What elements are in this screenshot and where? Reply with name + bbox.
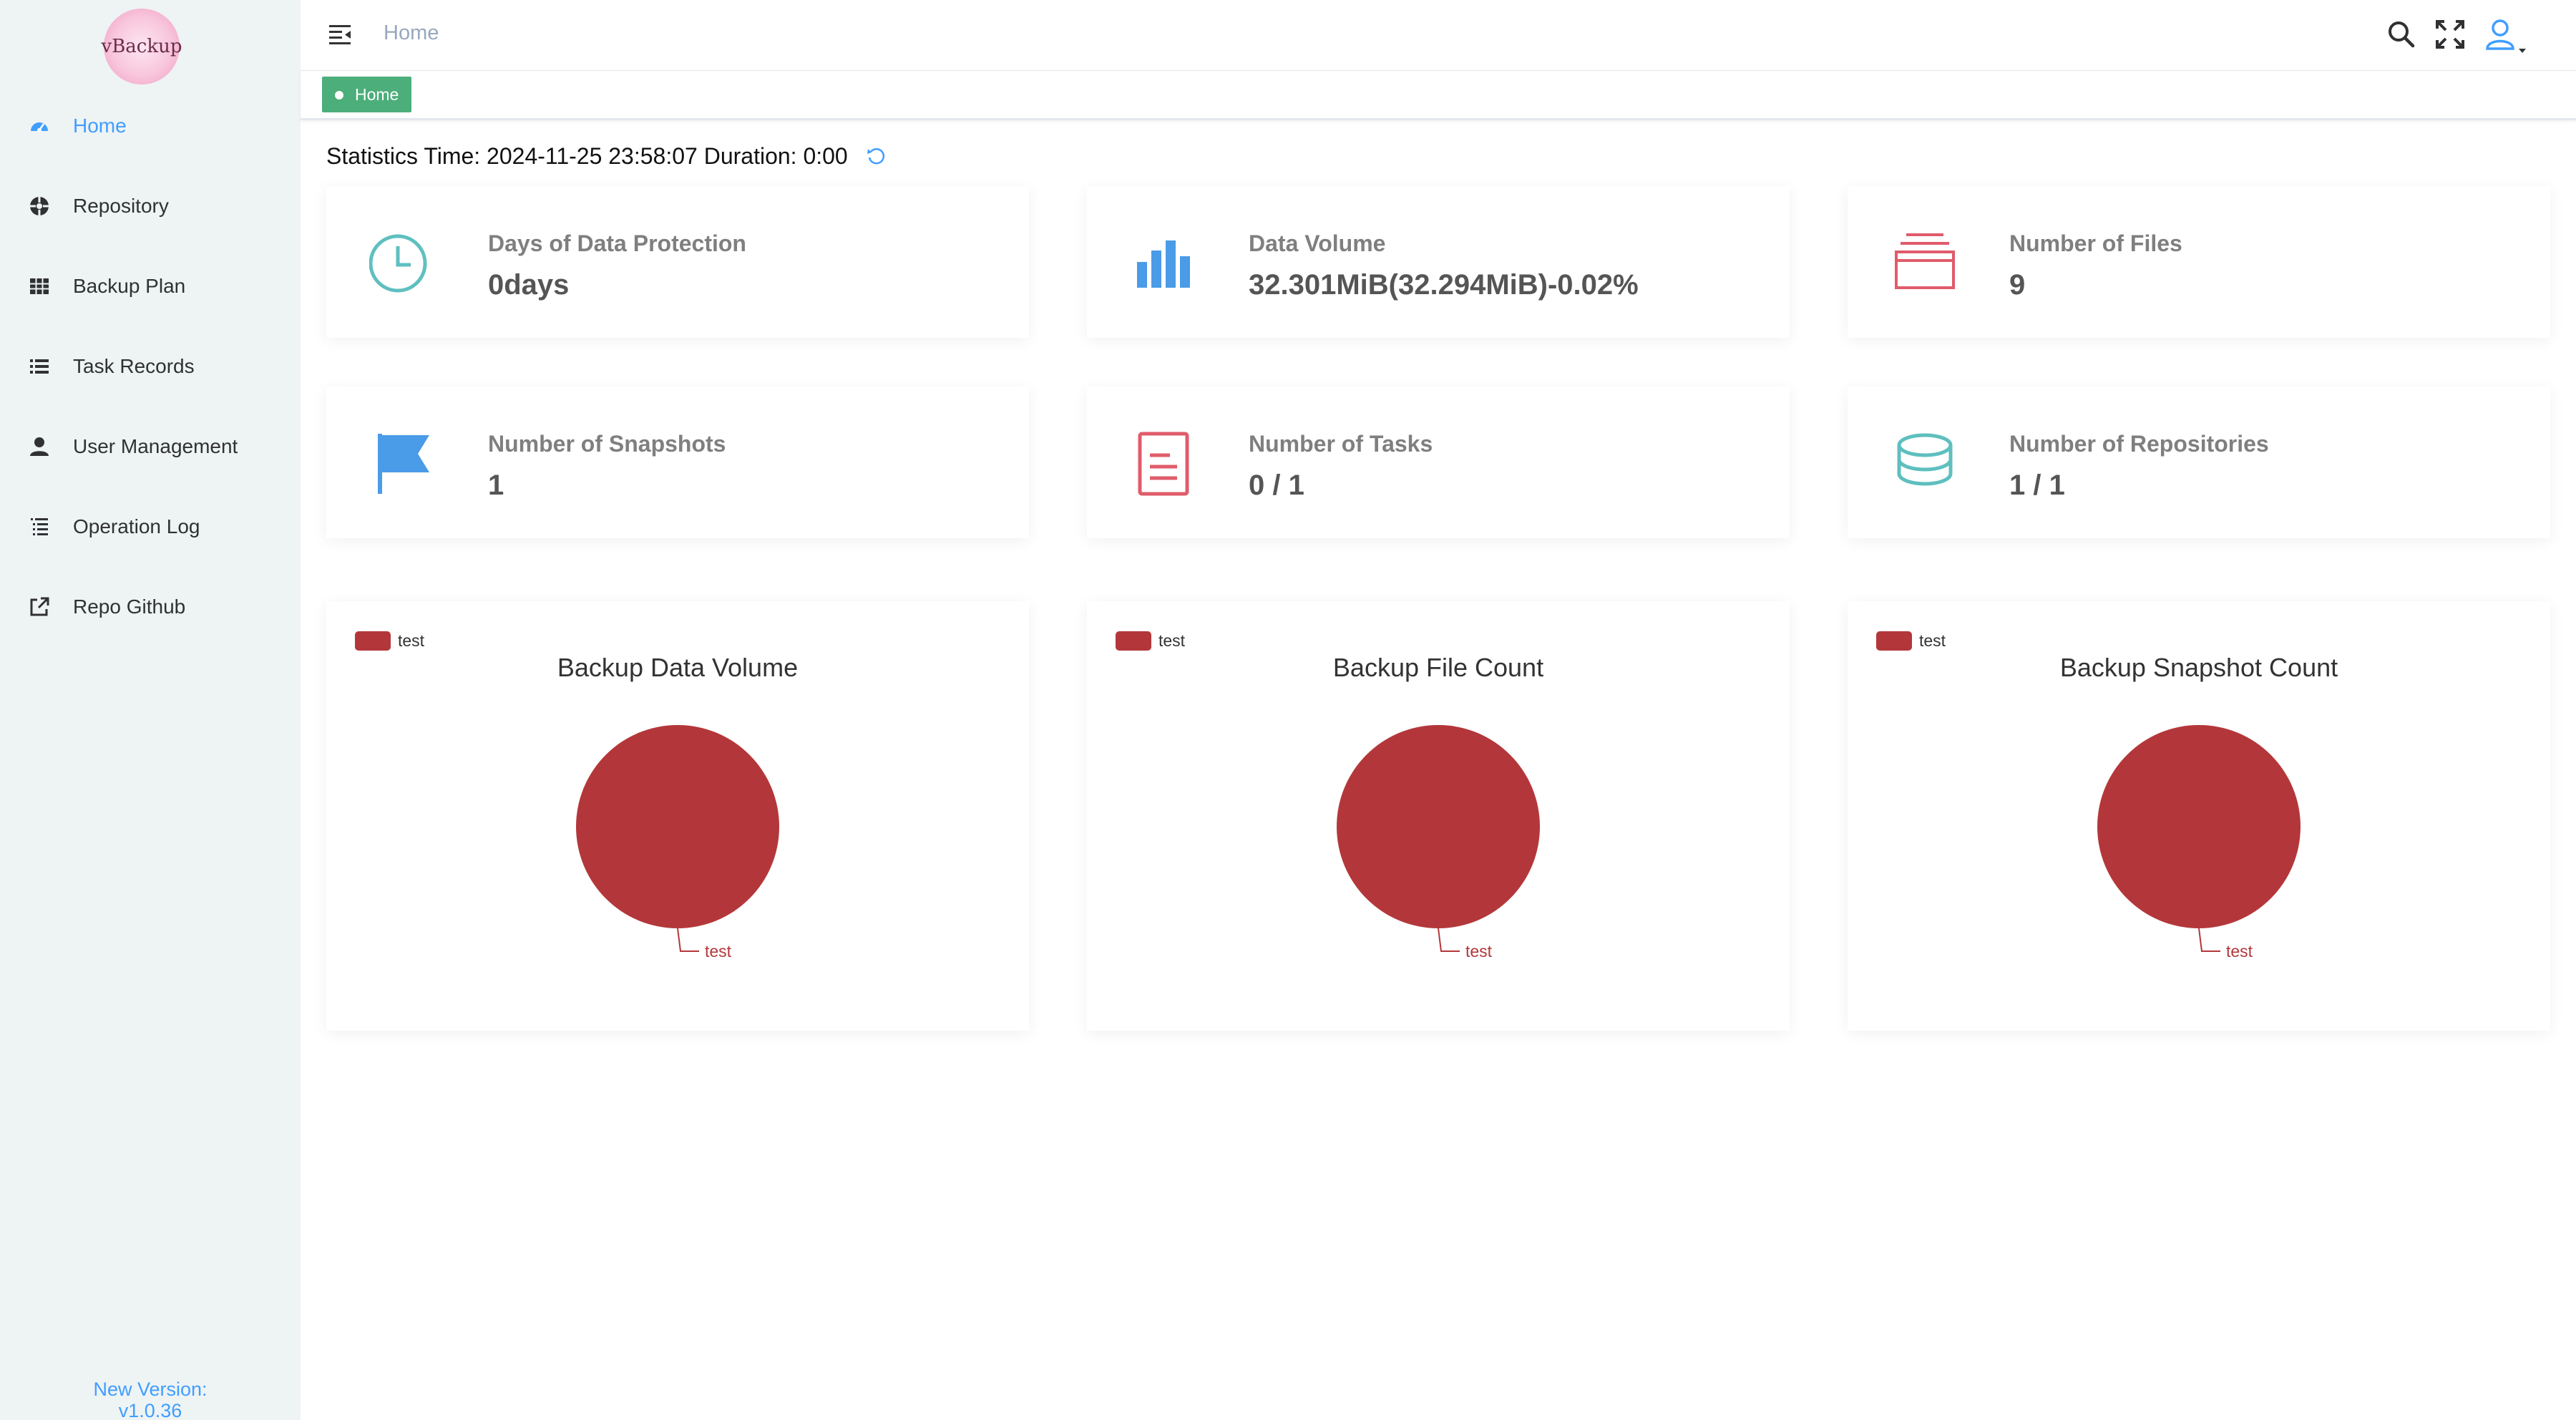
external-link-icon bbox=[27, 595, 52, 619]
pie-slice-test[interactable] bbox=[1337, 725, 1540, 928]
breadcrumb[interactable]: Home bbox=[384, 21, 439, 45]
app-logo[interactable]: vBackup bbox=[101, 9, 182, 84]
card-value: 1 / 1 bbox=[2009, 470, 2065, 501]
user-avatar-icon[interactable] bbox=[2483, 17, 2533, 53]
sidebar-item-label: Task Records bbox=[73, 355, 195, 377]
sidebar-item-home[interactable]: Home bbox=[0, 86, 301, 166]
dashboard-icon bbox=[27, 114, 52, 138]
card-title: Number of Files bbox=[2009, 230, 2182, 256]
search-icon[interactable] bbox=[2384, 17, 2419, 52]
chart-panel-snapshot-count: test Backup Snapshot Count test bbox=[1848, 601, 2550, 1031]
statistics-time: Statistics Time: 2024-11-25 23:58:07 Dur… bbox=[326, 143, 888, 170]
tab-home[interactable]: Home bbox=[322, 77, 412, 112]
flag-icon bbox=[369, 429, 438, 498]
card-data-volume: Data Volume 32.301MiB(32.294MiB)-0.02% bbox=[1087, 186, 1790, 338]
sidebar-item-label: Backup Plan bbox=[73, 275, 186, 297]
pie-slice-test[interactable] bbox=[2097, 725, 2301, 928]
card-number-of-tasks: Number of Tasks 0 / 1 bbox=[1087, 386, 1790, 538]
tags-view-bar: Home bbox=[301, 71, 2576, 120]
card-title: Number of Tasks bbox=[1249, 431, 1433, 457]
grid-icon bbox=[27, 274, 52, 298]
bar-chart-icon bbox=[1130, 229, 1199, 298]
chart-panel-data-volume: test Backup Data Volume test bbox=[326, 601, 1029, 1031]
card-title: Number of Snapshots bbox=[488, 431, 726, 457]
top-header: Home bbox=[301, 0, 2576, 71]
slice-label: test bbox=[705, 942, 732, 961]
slice-label: test bbox=[2226, 942, 2253, 961]
list-icon bbox=[27, 354, 52, 379]
document-icon bbox=[1130, 429, 1199, 498]
card-number-of-files: Number of Files 9 bbox=[1848, 186, 2550, 338]
sidebar: vBackup Home Repository Backup Plan Task… bbox=[0, 0, 301, 1420]
sidebar-item-label: User Management bbox=[73, 435, 238, 457]
sidebar-item-repo-github[interactable]: Repo Github bbox=[0, 567, 301, 647]
version-number: v1.0.36 bbox=[118, 1400, 182, 1420]
menu-toggle-icon[interactable] bbox=[326, 20, 355, 49]
sidebar-item-repository[interactable]: Repository bbox=[0, 166, 301, 246]
sidebar-item-backup-plan[interactable]: Backup Plan bbox=[0, 246, 301, 326]
pie-slice-test[interactable] bbox=[576, 725, 779, 928]
sidebar-item-operation-log[interactable]: Operation Log bbox=[0, 487, 301, 567]
pie-chart: test bbox=[576, 725, 779, 961]
database-icon bbox=[1890, 429, 1959, 498]
statistics-label: Statistics Time: 2024-11-25 23:58:07 Dur… bbox=[326, 143, 848, 169]
sidebar-item-label: Operation Log bbox=[73, 515, 200, 538]
sidebar-item-label: Home bbox=[73, 115, 127, 137]
layers-icon bbox=[1890, 229, 1959, 298]
target-icon bbox=[27, 194, 52, 218]
user-icon bbox=[27, 434, 52, 459]
slice-label: test bbox=[1465, 942, 1493, 961]
slice-label-leader bbox=[1438, 928, 1460, 952]
sidebar-nav: Home Repository Backup Plan Task Records… bbox=[0, 86, 301, 647]
version-label: New Version: bbox=[93, 1378, 208, 1400]
card-value: 0 / 1 bbox=[1249, 470, 1304, 501]
sidebar-item-task-records[interactable]: Task Records bbox=[0, 326, 301, 407]
card-value: 9 bbox=[2009, 269, 2026, 301]
card-days-protection: Days of Data Protection 0days bbox=[326, 186, 1029, 338]
log-icon bbox=[27, 515, 52, 539]
clock-icon bbox=[369, 229, 438, 298]
pie-chart: test bbox=[2097, 725, 2301, 961]
refresh-icon[interactable] bbox=[865, 145, 888, 168]
sidebar-item-label: Repository bbox=[73, 195, 169, 217]
pie-chart: test bbox=[1337, 725, 1540, 961]
slice-label-leader bbox=[677, 928, 699, 952]
card-value: 0days bbox=[488, 269, 570, 301]
new-version-notice[interactable]: New Version: v1.0.36 bbox=[0, 1378, 301, 1420]
card-value: 1 bbox=[488, 470, 504, 501]
card-title: Days of Data Protection bbox=[488, 230, 746, 256]
card-number-of-repositories: Number of Repositories 1 / 1 bbox=[1848, 386, 2550, 538]
card-number-of-snapshots: Number of Snapshots 1 bbox=[326, 386, 1029, 538]
sidebar-item-user-management[interactable]: User Management bbox=[0, 407, 301, 487]
slice-label-leader bbox=[2198, 928, 2220, 952]
sidebar-item-label: Repo Github bbox=[73, 595, 186, 618]
logo-text: vBackup bbox=[101, 36, 182, 57]
card-value: 32.301MiB(32.294MiB)-0.02% bbox=[1249, 269, 1639, 301]
chart-panel-file-count: test Backup File Count test bbox=[1087, 601, 1790, 1031]
fullscreen-icon[interactable] bbox=[2433, 17, 2467, 52]
card-title: Number of Repositories bbox=[2009, 431, 2269, 457]
card-title: Data Volume bbox=[1249, 230, 1386, 256]
